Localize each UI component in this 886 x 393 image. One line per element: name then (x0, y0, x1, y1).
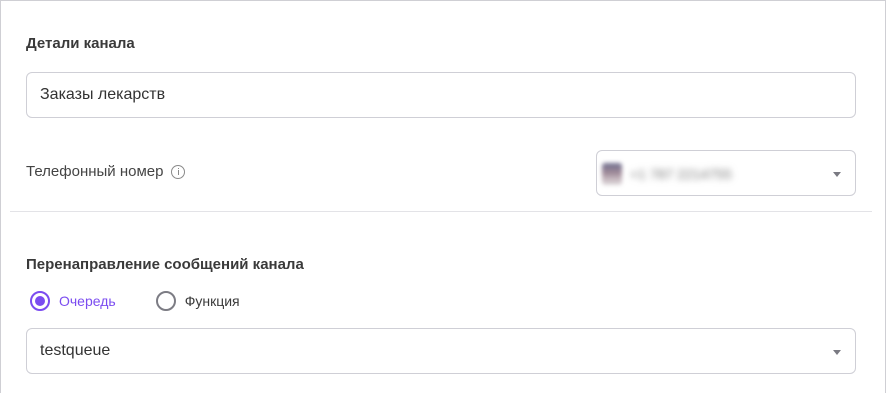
channel-details-title: Детали канала (26, 35, 135, 52)
redirect-title: Перенаправление сообщений канала (26, 256, 304, 273)
channel-settings-panel: Детали канала Телефонный номер +1 787 22… (0, 0, 886, 393)
chevron-down-icon[interactable] (833, 172, 841, 177)
queue-select-value: testqueue (40, 342, 111, 359)
channel-name-input[interactable] (40, 73, 840, 117)
flag-icon (602, 163, 622, 185)
info-icon[interactable] (171, 164, 186, 179)
queue-select[interactable]: testqueue (26, 328, 856, 374)
radio-queue[interactable]: Очередь (30, 291, 116, 311)
radio-queue-label[interactable]: Очередь (59, 293, 116, 309)
phone-number-label-row: Телефонный номер (26, 163, 186, 180)
channel-name-field[interactable] (26, 72, 856, 118)
radio-function-circle[interactable] (155, 291, 176, 311)
radio-function[interactable]: Функция (155, 291, 240, 311)
redirect-type-radio-group: Очередь Функция (30, 291, 240, 311)
phone-number-select[interactable]: +1 787 2214755 (596, 150, 856, 196)
section-divider (10, 211, 872, 212)
phone-number-label: Телефонный номер (26, 163, 164, 180)
radio-function-label[interactable]: Функция (185, 293, 240, 309)
phone-number-value: +1 787 2214755 (630, 166, 732, 182)
chevron-down-icon[interactable] (833, 350, 841, 355)
radio-queue-circle[interactable] (30, 291, 50, 311)
